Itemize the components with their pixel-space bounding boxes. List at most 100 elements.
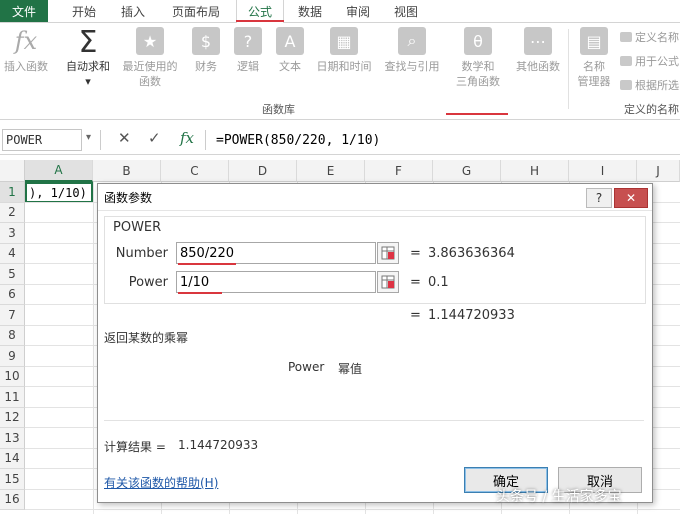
equals-sign: = <box>410 246 421 261</box>
arg-label-number: Number <box>115 246 168 261</box>
row-header[interactable]: 2 <box>0 202 25 223</box>
fx-icon[interactable]: fx <box>180 129 194 147</box>
insert-function-label: 插入函数 <box>4 60 48 73</box>
math-trig-button[interactable]: θ 数学和 三角函数 <box>448 27 508 103</box>
lookup-label: 查找与引用 <box>384 60 440 73</box>
math-label-1: 数学和 <box>461 60 495 73</box>
tab-data[interactable]: 数据 <box>288 0 332 22</box>
ribbon-separator <box>568 29 569 109</box>
column-header[interactable]: D <box>229 160 297 182</box>
help-button[interactable]: ? <box>586 188 612 208</box>
cancel-icon[interactable]: ✕ <box>118 129 131 147</box>
row-header[interactable]: 7 <box>0 305 25 326</box>
name-box[interactable]: POWER <box>2 129 82 151</box>
row-header[interactable]: 8 <box>0 325 25 346</box>
define-name-button[interactable]: 定义名称 <box>620 29 679 45</box>
column-header[interactable]: B <box>93 160 161 182</box>
row-header[interactable]: 6 <box>0 284 25 305</box>
column-header[interactable]: F <box>365 160 433 182</box>
tab-file[interactable]: 文件 <box>0 0 48 22</box>
function-arguments-dialog: 函数参数 ? ✕ POWER Number 850/220 = 3.863636… <box>97 183 653 503</box>
logical-button[interactable]: ? 逻辑 <box>230 27 266 103</box>
tab-view[interactable]: 视图 <box>384 0 428 22</box>
formulas-tab-highlight <box>236 20 284 22</box>
ribbon-tab-bar: 文件 开始 插入 页面布局 公式 数据 审阅 视图 <box>0 0 680 23</box>
recent-functions-button[interactable]: ★ 最近使用的 函数 <box>118 27 182 103</box>
gridline <box>93 182 94 514</box>
name-mgr-label-1: 名称 <box>583 60 605 73</box>
power-input[interactable]: 1/10 <box>176 271 376 293</box>
define-name-icon <box>620 32 632 42</box>
close-button[interactable]: ✕ <box>614 188 648 208</box>
equals-sign: = <box>410 308 421 323</box>
column-header[interactable]: A <box>25 160 93 182</box>
column-header[interactable]: J <box>637 160 680 182</box>
range-select-icon[interactable] <box>377 271 399 293</box>
use-in-formula-button[interactable]: 用于公式 <box>620 53 679 69</box>
row-header[interactable]: 4 <box>0 243 25 264</box>
coins-icon: $ <box>192 27 220 55</box>
tab-home[interactable]: 开始 <box>60 0 108 22</box>
arg-label-power: Power <box>128 275 168 290</box>
enter-icon[interactable]: ✓ <box>148 129 161 147</box>
row-header[interactable]: 11 <box>0 387 25 408</box>
recent-label-2: 函数 <box>139 75 161 88</box>
column-header[interactable]: E <box>297 160 365 182</box>
row-header[interactable]: 14 <box>0 448 25 469</box>
column-header[interactable]: G <box>433 160 501 182</box>
logical-label: 逻辑 <box>237 60 259 73</box>
more-functions-button[interactable]: ⋯ 其他函数 <box>510 27 566 103</box>
row-header[interactable]: 5 <box>0 264 25 285</box>
datetime-button[interactable]: ▦ 日期和时间 <box>312 27 376 103</box>
tab-review[interactable]: 审阅 <box>336 0 380 22</box>
gridline <box>25 509 680 510</box>
row-header[interactable]: 12 <box>0 407 25 428</box>
column-header[interactable]: H <box>501 160 569 182</box>
row-header[interactable]: 16 <box>0 489 25 510</box>
dialog-divider <box>104 420 644 421</box>
help-link[interactable]: 有关该函数的帮助(H) <box>104 474 218 491</box>
column-header[interactable]: I <box>569 160 637 182</box>
power-result: 0.1 <box>428 275 449 290</box>
name-box-dropdown-icon[interactable]: ▾ <box>86 132 91 143</box>
row-header[interactable]: 1 <box>0 182 25 203</box>
select-all-corner[interactable] <box>0 160 25 182</box>
lookup-button[interactable]: ⌕ 查找与引用 <box>380 27 444 103</box>
theta-icon: θ <box>464 27 492 55</box>
chevron-down-icon: ▾ <box>85 75 91 88</box>
insert-function-button[interactable]: fx 插入函数 <box>0 27 52 103</box>
param-description: 幂值 <box>338 362 363 376</box>
create-from-selection-label: 根据所选 <box>635 79 679 92</box>
create-from-selection-button[interactable]: 根据所选 <box>620 77 679 93</box>
ribbon: fx 插入函数 Σ 自动求和 ▾ ★ 最近使用的 函数 $ 财务 ? 逻辑 A … <box>0 23 680 120</box>
dialog-title: 函数参数 <box>104 191 153 205</box>
row-header[interactable]: 3 <box>0 223 25 244</box>
sigma-icon: Σ <box>78 25 98 60</box>
param-name: Power <box>288 360 325 374</box>
dialog-titlebar: 函数参数 ? ✕ <box>98 184 652 211</box>
star-icon: ★ <box>136 27 164 55</box>
tab-insert[interactable]: 插入 <box>110 0 156 22</box>
row-header[interactable]: 9 <box>0 346 25 367</box>
name-mgr-label-2: 管理器 <box>577 75 611 88</box>
equals-sign: = <box>410 275 421 290</box>
recent-label-1: 最近使用的 <box>122 60 178 73</box>
function-name-label: POWER <box>113 220 162 235</box>
text-button[interactable]: A 文本 <box>272 27 308 103</box>
range-select-icon[interactable] <box>377 242 399 264</box>
row-header[interactable]: 10 <box>0 366 25 387</box>
tab-page-layout[interactable]: 页面布局 <box>160 0 232 22</box>
math-label-2: 三角函数 <box>456 75 500 88</box>
financial-button[interactable]: $ 财务 <box>186 27 226 103</box>
number-result: 3.863636364 <box>428 246 515 261</box>
formula-input[interactable]: =POWER(850/220, 1/10) <box>210 129 680 151</box>
row-header[interactable]: 13 <box>0 428 25 449</box>
more-label: 其他函数 <box>516 60 560 73</box>
cell-a1[interactable]: ), 1/10) <box>25 182 93 203</box>
row-header[interactable]: 15 <box>0 469 25 490</box>
name-manager-button[interactable]: ▤ 名称 管理器 <box>572 27 616 103</box>
number-input[interactable]: 850/220 <box>176 242 376 264</box>
defined-names-group-label: 定义的名称 <box>624 103 679 116</box>
column-header[interactable]: C <box>161 160 229 182</box>
autosum-button[interactable]: Σ 自动求和 ▾ <box>60 27 116 103</box>
